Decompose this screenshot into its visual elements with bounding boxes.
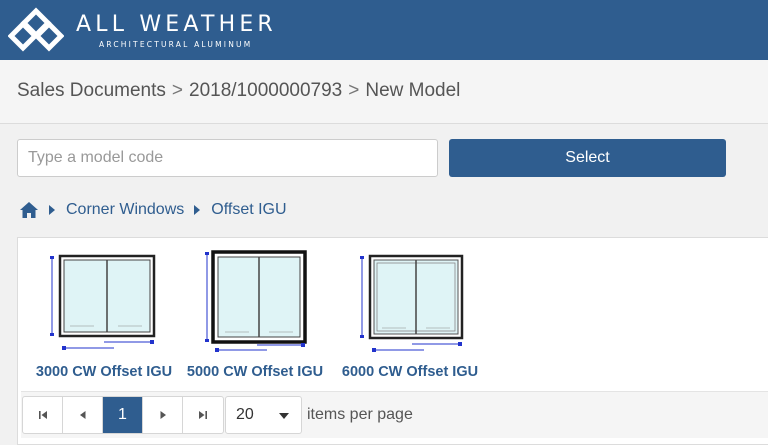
page-size-value: 20	[236, 406, 254, 423]
model-card-5000[interactable]: 5000 CW Offset IGU	[181, 238, 329, 380]
page-size-select[interactable]: 20	[225, 396, 302, 434]
window-drawing-3000	[50, 254, 156, 350]
breadcrumb-item-document-number[interactable]: 2018/1000000793	[189, 80, 342, 101]
category-path: Corner Windows Offset IGU	[19, 200, 287, 220]
model-label[interactable]: 6000 CW Offset IGU	[336, 364, 484, 380]
model-card-6000[interactable]: 6000 CW Offset IGU	[336, 238, 484, 380]
current-page-button[interactable]: 1	[103, 397, 143, 433]
page-buttons: 1	[22, 396, 224, 434]
breadcrumb: Sales Documents >2018/1000000793 > New Mode…	[17, 80, 460, 102]
breadcrumb-separator: >	[171, 80, 184, 101]
home-icon[interactable]	[19, 201, 39, 219]
brand-name: ALL WEATHER	[76, 12, 277, 37]
brand-subtitle: ARCHITECTURAL ALUMINUM	[99, 40, 253, 49]
model-card-3000[interactable]: 3000 CW Offset IGU	[28, 238, 180, 380]
next-page-icon	[160, 411, 166, 419]
chevron-right-icon	[194, 205, 201, 215]
category-link-offset-igu[interactable]: Offset IGU	[211, 201, 286, 219]
items-per-page-label: items per page	[307, 406, 413, 423]
window-drawing-6000	[360, 254, 464, 352]
last-page-icon	[199, 411, 207, 419]
last-page-button[interactable]	[183, 397, 223, 433]
chevron-right-icon	[49, 205, 55, 215]
breadcrumb-bar: Sales Documents >2018/1000000793 > New Mode…	[0, 60, 768, 124]
select-button[interactable]: Select	[449, 139, 726, 177]
pagination-bar: 1 20 items per page	[21, 391, 768, 438]
window-drawing-5000	[205, 250, 307, 352]
breadcrumb-separator: >	[348, 80, 360, 101]
chevron-down-icon	[279, 413, 289, 419]
prev-page-button[interactable]	[63, 397, 103, 433]
breadcrumb-item-sales-documents[interactable]: Sales Documents	[17, 80, 166, 101]
prev-page-icon	[79, 411, 85, 419]
next-page-button[interactable]	[143, 397, 183, 433]
model-label[interactable]: 5000 CW Offset IGU	[181, 364, 329, 380]
model-code-input[interactable]	[17, 139, 438, 177]
first-page-button[interactable]	[23, 397, 63, 433]
first-page-icon	[38, 411, 47, 419]
breadcrumb-item-new-model: New Model	[365, 80, 461, 101]
category-link-corner-windows[interactable]: Corner Windows	[66, 201, 184, 219]
top-header: ALL WEATHER ARCHITECTURAL ALUMINUM	[0, 0, 768, 60]
model-label[interactable]: 3000 CW Offset IGU	[28, 364, 180, 380]
diamond-logo-icon	[8, 7, 64, 52]
